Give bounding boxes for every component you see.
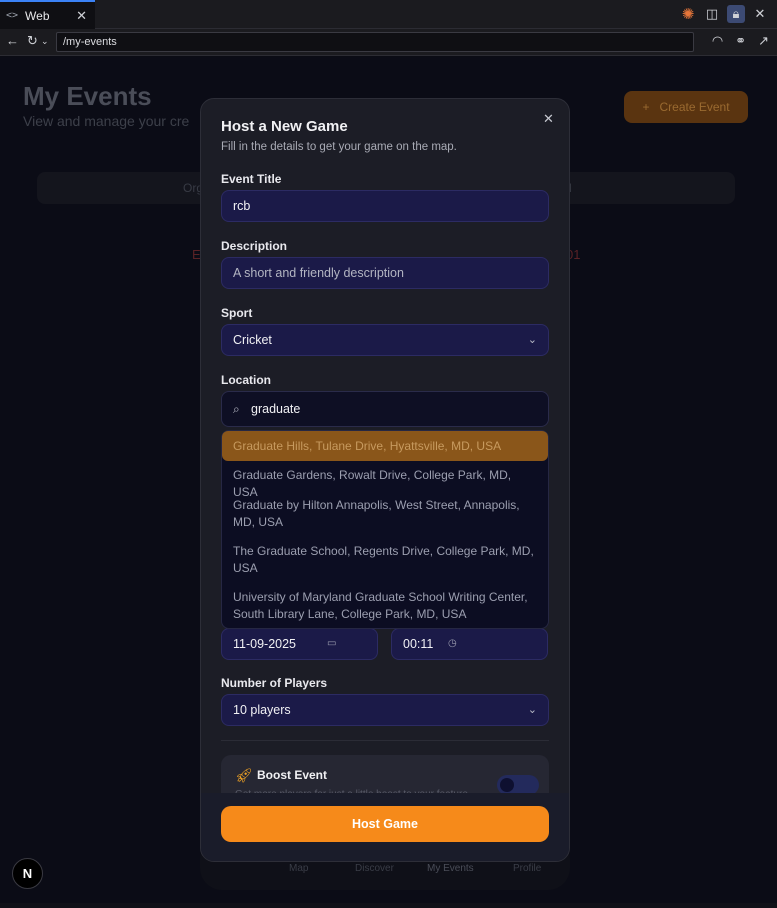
boost-title: Boost Event [257, 768, 328, 782]
event-title-label: Event Title [221, 172, 282, 186]
modal-subtitle: Fill in the details to get your game on … [221, 141, 457, 153]
event-title-input[interactable]: rcb [221, 190, 549, 222]
create-event-label: Create Event [659, 100, 730, 114]
location-suggestions: Graduate Hills, Tulane Drive, Hyattsvill… [221, 430, 549, 629]
copilot-icon[interactable]: ✺ [679, 5, 697, 23]
suggestion-item[interactable]: The Graduate School, Regents Drive, Coll… [222, 543, 548, 577]
bottom-nav-discover[interactable]: Discover [355, 863, 394, 874]
date-value: 11-09-2025 [233, 637, 297, 651]
location-search-input[interactable]: ⌕ graduate [221, 391, 549, 427]
split-view-icon[interactable]: ◫ [703, 5, 721, 23]
suggestion-item[interactable]: Graduate Hills, Tulane Drive, Hyattsvill… [222, 431, 548, 461]
open-external-icon[interactable]: ↗ [758, 33, 769, 49]
page-subtitle: View and manage your cre [23, 113, 190, 129]
gauge-icon[interactable]: ◠ [712, 33, 723, 49]
browser-tab-bar: <> Web ✕ ✺ ◫ 🔒︎ ✕ [0, 0, 777, 29]
host-game-modal: Host a New Game Fill in the details to g… [200, 98, 570, 862]
players-select-value: 10 players [233, 703, 291, 717]
description-label: Description [221, 239, 288, 253]
bottom-nav-map[interactable]: Map [289, 863, 308, 874]
sport-select[interactable]: Cricket ⌄ [221, 324, 549, 356]
time-input[interactable]: 00:11 ◷ [391, 628, 548, 660]
time-value: 00:11 [403, 637, 434, 651]
search-icon: ⌕ [233, 402, 240, 416]
link-icon[interactable]: ⚭ [735, 33, 746, 49]
toolbar-icons: ✺ ◫ 🔒︎ ✕ [679, 5, 769, 23]
address-bar-actions: ◠ ⚭ ↗ [712, 33, 769, 49]
back-arrow-icon[interactable]: ← [6, 33, 19, 48]
nextjs-badge[interactable]: N [12, 858, 43, 889]
date-input[interactable]: 11-09-2025 ▭ [221, 628, 378, 660]
bottom-nav-profile[interactable]: Profile [513, 863, 541, 874]
host-game-button[interactable]: Host Game [221, 806, 549, 842]
lock-icon[interactable]: 🔒︎ [727, 5, 745, 23]
location-label: Location [221, 373, 271, 387]
suggestion-item[interactable]: Graduate Gardens, Rowalt Drive, College … [222, 467, 548, 501]
boost-toggle[interactable] [497, 775, 539, 795]
page-bottom-edge [0, 903, 777, 908]
code-icon: <> [6, 10, 19, 21]
clock-icon[interactable]: ◷ [448, 629, 457, 659]
calendar-icon[interactable]: ▭ [327, 629, 336, 659]
close-window-icon[interactable]: ✕ [751, 5, 769, 23]
tab-label: Web [25, 8, 50, 23]
chevron-down-icon[interactable]: ⌄ [41, 36, 49, 47]
plus-icon: + [642, 100, 650, 114]
address-bar: ← ↻ ⌄ /my-events ◠ ⚭ ↗ [0, 29, 777, 56]
page-title: My Events [23, 81, 152, 111]
close-icon[interactable]: ✕ [543, 111, 554, 127]
players-select[interactable]: 10 players ⌄ [221, 694, 549, 726]
create-event-button[interactable]: + Create Event [624, 91, 748, 123]
browser-tab[interactable]: <> Web ✕ [0, 0, 95, 29]
suggestion-item[interactable]: Graduate by Hilton Annapolis, West Stree… [222, 497, 548, 531]
players-label: Number of Players [221, 676, 328, 690]
sport-label: Sport [221, 306, 253, 320]
reload-icon[interactable]: ↻ [27, 33, 38, 49]
suggestion-item[interactable]: University of Maryland Graduate School W… [222, 589, 548, 623]
tab-close-icon[interactable]: ✕ [76, 8, 87, 24]
modal-title: Host a New Game [221, 118, 348, 135]
description-input[interactable]: A short and friendly description [221, 257, 549, 289]
sport-select-value: Cricket [233, 333, 272, 347]
chevron-down-icon: ⌄ [527, 334, 537, 346]
section-divider [221, 740, 549, 741]
bottom-nav-my-events[interactable]: My Events [427, 863, 474, 874]
rocket-icon: 🚀︎ [235, 767, 253, 783]
toggle-knob [500, 778, 514, 792]
url-input[interactable]: /my-events [56, 32, 694, 52]
location-query: graduate [251, 402, 301, 416]
chevron-down-icon: ⌄ [527, 704, 537, 716]
